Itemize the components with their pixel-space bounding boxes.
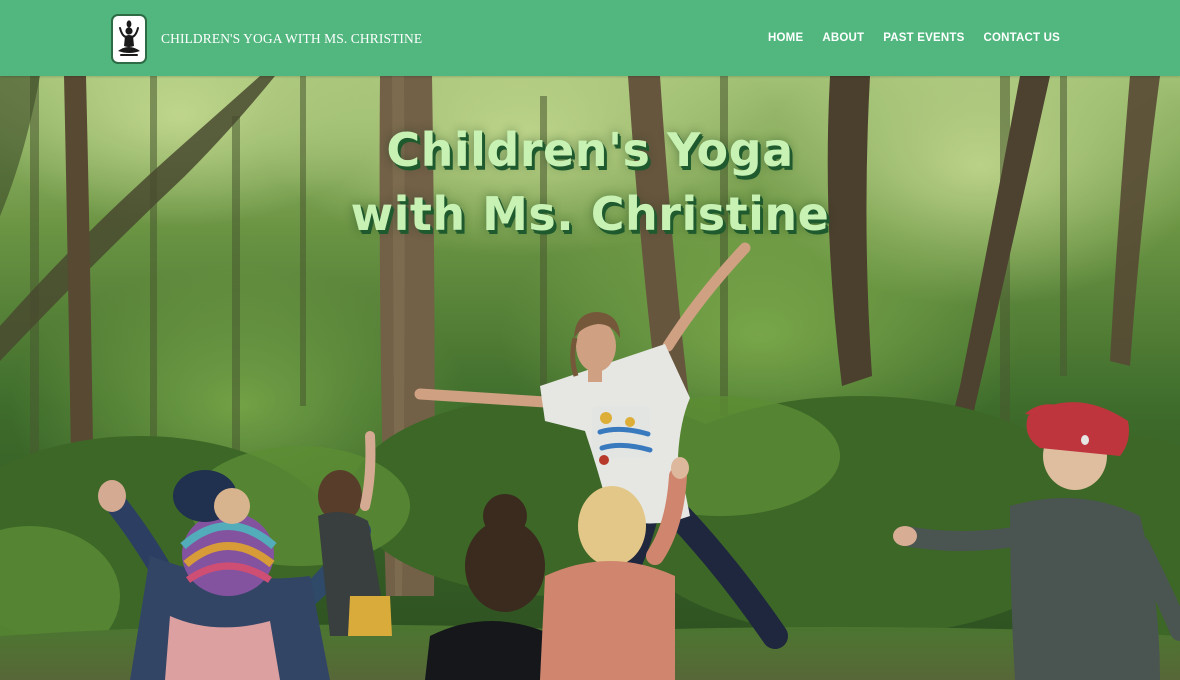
hero-title: Children's Yoga with Ms. Christine xyxy=(0,118,1180,246)
nav-home[interactable]: HOME xyxy=(768,32,803,44)
nav-past-events[interactable]: PAST EVENTS xyxy=(883,32,964,44)
meditating-figure-icon xyxy=(118,20,140,56)
nav-contact-us[interactable]: CONTACT US xyxy=(983,32,1060,44)
nav-about[interactable]: ABOUT xyxy=(822,32,864,44)
hero-section: Children's Yoga with Ms. Christine xyxy=(0,76,1180,680)
brand-home-link[interactable]: CHILDREN'S YOGA WITH MS. CHRISTINE xyxy=(111,12,422,66)
site-header: CHILDREN'S YOGA WITH MS. CHRISTINE HOME … xyxy=(0,0,1180,76)
site-name: CHILDREN'S YOGA WITH MS. CHRISTINE xyxy=(161,31,423,46)
hero-title-line-2: with Ms. Christine xyxy=(350,187,830,241)
hero-title-line-1: Children's Yoga xyxy=(386,123,794,177)
main-nav: HOME ABOUT PAST EVENTS CONTACT US xyxy=(768,0,1060,76)
site-logo xyxy=(111,14,147,64)
page: CHILDREN'S YOGA WITH MS. CHRISTINE HOME … xyxy=(0,0,1180,680)
